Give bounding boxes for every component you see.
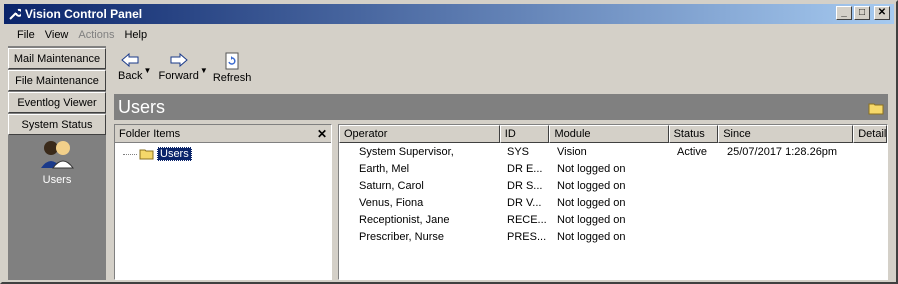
minimize-button[interactable]: _ xyxy=(836,6,852,20)
app-window: Vision Control Panel _ □ ✕ File View Act… xyxy=(0,0,898,284)
folder-icon xyxy=(868,99,884,120)
folder-open-icon xyxy=(139,149,154,160)
window-title: Vision Control Panel xyxy=(25,7,143,21)
table-row[interactable]: Venus, Fiona DR V... Not logged on xyxy=(339,194,887,211)
folder-items-header: Folder Items ✕ xyxy=(115,125,331,143)
folder-items-title: Folder Items xyxy=(119,127,181,140)
col-operator[interactable]: Operator xyxy=(339,125,500,143)
left-navigation: Mail Maintenance File Maintenance Eventl… xyxy=(8,46,106,280)
back-arrow-icon xyxy=(121,52,139,68)
col-status[interactable]: Status xyxy=(668,125,719,143)
col-module[interactable]: Module xyxy=(549,125,669,143)
forward-button[interactable]: Forward xyxy=(158,52,199,82)
nav-system-status[interactable]: System Status xyxy=(8,114,106,135)
forward-arrow-icon xyxy=(170,52,188,68)
nav-eventlog-viewer[interactable]: Eventlog Viewer xyxy=(8,92,106,113)
nav-mail-maintenance[interactable]: Mail Maintenance xyxy=(8,48,106,69)
wrench-icon xyxy=(8,7,22,21)
users-icon xyxy=(41,141,74,169)
list-header: Operator ID Module Status Since Detail xyxy=(339,125,887,143)
col-detail[interactable]: Detail xyxy=(853,125,887,143)
table-row[interactable]: System Supervisor, SYS Vision Active 25/… xyxy=(339,143,887,160)
forward-dropdown-arrow[interactable]: ▼ xyxy=(199,66,209,75)
nav-file-maintenance[interactable]: File Maintenance xyxy=(8,70,106,91)
title-bar: Vision Control Panel _ □ ✕ xyxy=(4,4,894,24)
menu-actions: Actions xyxy=(78,29,115,41)
refresh-icon xyxy=(225,52,239,70)
col-since[interactable]: Since xyxy=(718,125,854,143)
table-row[interactable]: Saturn, Carol DR S... Not logged on xyxy=(339,177,887,194)
table-row[interactable]: Earth, Mel DR E... Not logged on xyxy=(339,160,887,177)
nav-users-label: Users xyxy=(42,174,72,186)
menu-help[interactable]: Help xyxy=(119,29,152,41)
menu-file[interactable]: File xyxy=(12,29,40,41)
table-row[interactable]: Prescriber, Nurse PRES... Not logged on xyxy=(339,228,887,245)
maximize-button[interactable]: □ xyxy=(854,6,870,20)
col-id[interactable]: ID xyxy=(499,125,550,143)
tree-item-label: Users xyxy=(157,147,192,161)
folder-items-pane: Folder Items ✕ Users xyxy=(114,124,332,280)
back-button[interactable]: Back xyxy=(118,52,142,82)
users-list: Operator ID Module Status Since Detail S… xyxy=(338,124,888,280)
close-pane-icon[interactable]: ✕ xyxy=(317,127,327,141)
table-row[interactable]: Receptionist, Jane RECE... Not logged on xyxy=(339,211,887,228)
toolbar: Back ▼ Forward ▼ Refresh xyxy=(110,46,890,92)
close-button[interactable]: ✕ xyxy=(874,6,890,20)
page-header: Users xyxy=(114,94,888,120)
refresh-button[interactable]: Refresh xyxy=(213,52,251,84)
back-dropdown-arrow[interactable]: ▼ xyxy=(142,66,152,75)
page-title: Users xyxy=(118,96,166,117)
menu-view[interactable]: View xyxy=(40,29,74,41)
menu-bar: File View Actions Help xyxy=(4,26,894,44)
tree-item-users[interactable]: Users xyxy=(123,147,192,161)
nav-users[interactable]: Users xyxy=(8,138,106,198)
